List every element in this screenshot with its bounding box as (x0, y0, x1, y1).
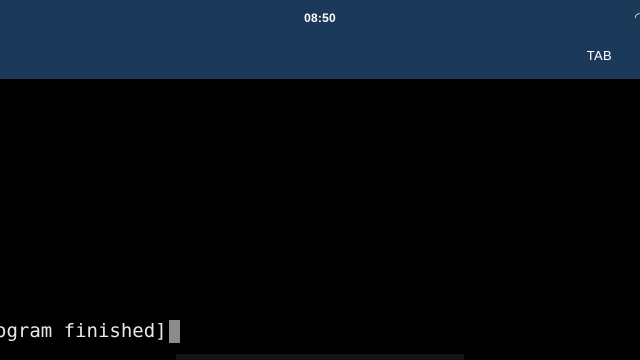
terminal-line: ogram finished] (0, 318, 180, 344)
bottom-scroll-indicator (176, 354, 464, 360)
terminal-text: ogram finished] (0, 320, 167, 342)
status-time: 08:50 (304, 11, 336, 25)
signal-icon: ◜ (635, 10, 640, 24)
app-header: 08:50 ◜ TAB (0, 0, 640, 79)
terminal-output[interactable]: ogram finished] (0, 79, 640, 360)
terminal-cursor (168, 320, 180, 343)
status-bar: 08:50 ◜ (0, 0, 640, 38)
tab-key-button[interactable]: TAB (587, 46, 612, 65)
terminal-app-screen: 08:50 ◜ TAB ogram finished] (0, 0, 640, 360)
